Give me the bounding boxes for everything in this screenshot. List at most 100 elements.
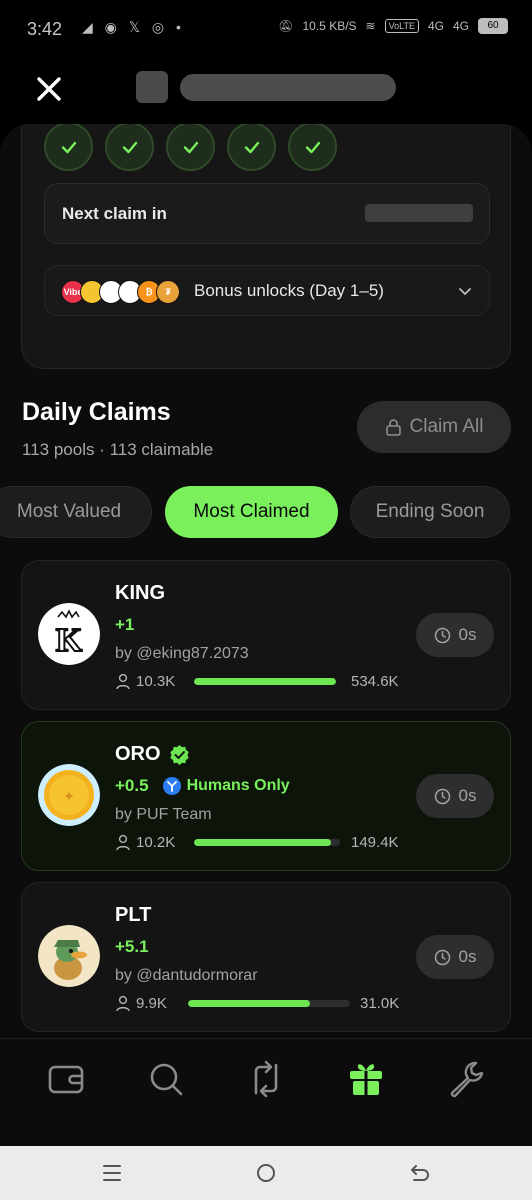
checkmark-icon	[61, 141, 76, 153]
next-claim-value-placeholder	[365, 204, 473, 222]
clock-icon	[434, 627, 450, 643]
filter-label: Ending Soon	[375, 501, 485, 522]
nav-tools[interactable]	[446, 1059, 486, 1099]
claim-all-button[interactable]: Claim All	[357, 401, 511, 453]
checkmark-icon	[122, 141, 137, 153]
chevron-down-icon	[459, 288, 471, 295]
pool-name: ORO	[115, 743, 190, 766]
lock-icon	[385, 419, 401, 436]
notification-icons: ◢ ◉ 𝕏 ◎ •	[82, 19, 185, 35]
filter-most-claimed[interactable]: Most Claimed	[165, 486, 338, 538]
clock-icon	[434, 788, 450, 804]
pool-total: 149.4K	[351, 834, 399, 851]
next-claim-label: Next claim in	[62, 204, 167, 223]
status-bar: 3:42 ◢ ◉ 𝕏 ◎ • 🔕︎ 10.5 KB/S ≋ VoLTE 4G 4…	[0, 0, 532, 58]
world-id-icon	[162, 777, 181, 795]
pool-total: 31.0K	[360, 995, 400, 1012]
app-title-placeholder	[180, 74, 396, 101]
pool-avatar-plt	[38, 925, 100, 987]
filter-ending-soon[interactable]: Ending Soon	[350, 486, 510, 538]
pool-amount-value: +0.5	[115, 776, 149, 795]
nav-wallet[interactable]	[46, 1059, 86, 1099]
network-speed: 10.5 KB/S	[302, 19, 357, 33]
pool-timer-text: 0s	[458, 947, 477, 966]
search-icon	[150, 1063, 183, 1096]
pool-claimer-count: 9.9K	[136, 995, 167, 1012]
streak-check-5	[288, 124, 337, 171]
bonus-unlocks-label: Bonus unlocks (Day 1–5)	[194, 281, 384, 300]
streak-check-3	[166, 124, 215, 171]
user-icon	[116, 995, 130, 1012]
streak-card: Next claim in Vibe ₿ ₮ Bonus unlocks (Day …	[21, 124, 511, 369]
status-right-icons: 🔕︎ 10.5 KB/S ≋ VoLTE 4G 4G 60	[278, 18, 508, 34]
system-nav-bar	[0, 1146, 532, 1200]
pool-progress-bar	[194, 678, 336, 685]
streak-check-4	[227, 124, 276, 171]
pool-progress-bar	[194, 839, 340, 846]
filter-label: Most Valued	[16, 501, 122, 522]
pool-total: 534.6K	[351, 673, 399, 690]
next-claim-row: Next claim in	[44, 183, 490, 244]
bottom-nav	[0, 1038, 532, 1146]
mute-icon: 🔕︎	[278, 19, 294, 33]
user-icon	[116, 673, 130, 690]
system-home-button[interactable]	[254, 1161, 278, 1185]
daily-claims-sheet: Next claim in Vibe ₿ ₮ Bonus unlocks (Day …	[0, 124, 532, 1038]
streak-checks	[44, 124, 337, 171]
streak-check-2	[105, 124, 154, 171]
pool-creator: by PUF Team	[115, 806, 212, 823]
pool-claim-timer-button[interactable]: 0s	[416, 613, 494, 657]
svg-text:✦: ✦	[63, 789, 75, 805]
system-menu-button[interactable]	[100, 1161, 124, 1185]
pool-creator: by @dantudormorar	[115, 967, 258, 984]
battery-icon: 60	[478, 18, 508, 34]
pool-claim-timer-button[interactable]: 0s	[416, 935, 494, 979]
bonus-coin-6: ₮	[156, 280, 180, 304]
claim-all-label: Claim All	[409, 416, 484, 437]
pool-claim-timer-button[interactable]: 0s	[416, 774, 494, 818]
section-title: Daily Claims	[22, 398, 171, 426]
pool-progress-fill	[194, 678, 336, 685]
pool-timer-text: 0s	[458, 625, 477, 644]
signal-4g-second: 4G	[452, 19, 469, 33]
close-icon	[37, 77, 61, 101]
filter-chips: Most Valued Most Claimed Ending Soon	[0, 486, 532, 538]
wallet-icon	[48, 1065, 84, 1094]
pool-card-king[interactable]: K KING +1 by @eking87.2073 10.3K 534.6K	[21, 560, 511, 710]
gift-icon	[350, 1064, 382, 1095]
filter-label: Most Claimed	[193, 501, 310, 522]
pool-name-text: KING	[115, 582, 165, 604]
nav-swap[interactable]	[246, 1059, 286, 1099]
pool-avatar-oro: ✦	[38, 764, 100, 826]
nav-search[interactable]	[146, 1059, 186, 1099]
system-back-button[interactable]	[408, 1161, 432, 1185]
checkmark-icon	[244, 141, 259, 153]
section-subtitle: 113 pools · 113 claimable	[22, 440, 214, 459]
pool-progress-fill	[188, 1000, 310, 1007]
checkmark-icon	[183, 141, 198, 153]
pool-card-oro[interactable]: ✦ ORO +0.5 Humans Only by PUF Team 10.2K…	[21, 721, 511, 871]
filter-most-valued[interactable]: Most Valued	[0, 486, 152, 538]
pool-avatar-letter: K	[56, 622, 83, 659]
back-icon	[411, 1165, 429, 1181]
pool-creator: by @eking87.2073	[115, 645, 249, 662]
humans-only-badge: Humans Only	[162, 777, 290, 795]
close-button[interactable]	[30, 70, 68, 108]
swap-icon	[254, 1060, 278, 1098]
humans-only-label: Humans Only	[186, 777, 290, 794]
pool-claimer-count: 10.3K	[136, 673, 176, 690]
pool-progress-fill	[194, 839, 332, 846]
pool-timer-text: 0s	[458, 786, 477, 805]
pool-name-text: ORO	[115, 743, 161, 765]
app-logo-placeholder	[136, 71, 168, 103]
checkmark-icon	[305, 141, 320, 153]
pool-amount: +0.5 Humans Only	[115, 776, 290, 796]
pool-amount-value: +5.1	[115, 937, 149, 956]
pool-card-plt[interactable]: PLT +5.1 by @dantudormorar 9.9K 31.0K 0s	[21, 882, 511, 1032]
pool-avatar-king: K	[38, 603, 100, 665]
pool-name-text: PLT	[115, 904, 152, 926]
pool-claimer-count: 10.2K	[136, 834, 176, 851]
clock-icon	[434, 949, 450, 965]
bonus-unlocks-row[interactable]: Vibe ₿ ₮ Bonus unlocks (Day 1–5)	[44, 265, 490, 316]
nav-rewards[interactable]	[346, 1059, 386, 1099]
